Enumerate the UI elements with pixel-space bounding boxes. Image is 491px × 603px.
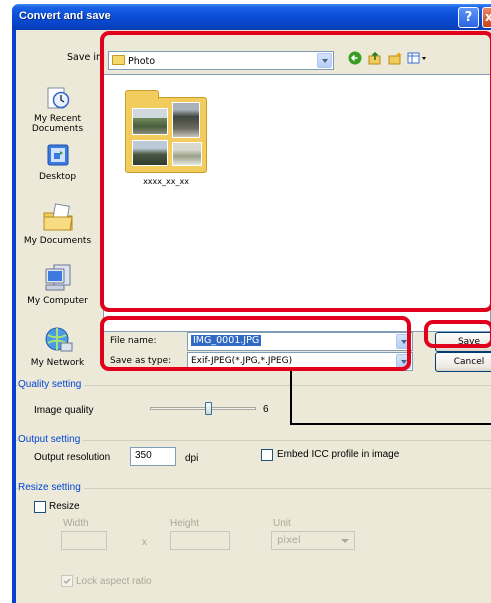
width-input bbox=[61, 531, 107, 550]
place-recent-documents[interactable]: My Recent Documents bbox=[17, 85, 98, 134]
title-bar[interactable]: Convert and save ? x bbox=[12, 4, 491, 30]
height-label: Height bbox=[170, 518, 199, 529]
filename-fields-highlight bbox=[100, 316, 411, 371]
desktop-icon bbox=[44, 143, 72, 169]
file-list-highlight bbox=[100, 31, 491, 312]
place-label: My Documents bbox=[23, 236, 92, 246]
unit-dropdown: pixel bbox=[271, 531, 355, 550]
lock-aspect-label: Lock aspect ratio bbox=[76, 576, 152, 587]
place-desktop[interactable]: Desktop bbox=[17, 143, 98, 182]
embed-icc-label: Embed ICC profile in image bbox=[277, 449, 400, 460]
unit-value: pixel bbox=[277, 535, 301, 546]
quality-slider[interactable] bbox=[150, 398, 256, 418]
chevron-down-icon bbox=[341, 539, 349, 543]
height-input bbox=[170, 531, 230, 550]
places-bar: My Recent Documents Desktop My Documents… bbox=[17, 77, 98, 377]
cancel-button[interactable]: Cancel bbox=[435, 352, 491, 372]
image-quality-label: Image quality bbox=[34, 405, 94, 416]
save-button-highlight bbox=[424, 320, 491, 348]
group-title: Resize setting bbox=[18, 482, 84, 493]
place-my-network[interactable]: My Network bbox=[17, 325, 98, 368]
output-resolution-input[interactable]: 350 bbox=[130, 447, 176, 466]
group-title: Quality setting bbox=[18, 379, 85, 390]
embed-icc-checkbox[interactable] bbox=[261, 449, 273, 461]
window-title: Convert and save bbox=[19, 10, 111, 22]
resize-checkbox[interactable] bbox=[34, 501, 46, 513]
my-computer-icon bbox=[42, 263, 74, 293]
place-label: My Computer bbox=[27, 296, 88, 306]
place-my-documents[interactable]: My Documents bbox=[17, 201, 98, 246]
place-label: My Recent Documents bbox=[31, 114, 84, 134]
recent-documents-icon bbox=[44, 85, 72, 111]
callout-line bbox=[290, 423, 491, 425]
output-setting-group: Output setting bbox=[16, 434, 491, 490]
place-label: Desktop bbox=[38, 172, 77, 182]
my-documents-icon bbox=[42, 201, 74, 233]
place-my-computer[interactable]: My Computer bbox=[17, 263, 98, 306]
callout-line bbox=[290, 371, 292, 425]
group-title: Output setting bbox=[18, 434, 84, 445]
lock-aspect-checkbox bbox=[61, 575, 73, 587]
width-label: Width bbox=[63, 518, 89, 529]
image-quality-value: 6 bbox=[263, 404, 269, 415]
output-resolution-label: Output resolution bbox=[34, 452, 111, 463]
place-label: My Network bbox=[30, 358, 85, 368]
multiply-label: x bbox=[142, 537, 147, 548]
slider-thumb[interactable] bbox=[205, 402, 212, 415]
resize-label: Resize bbox=[49, 501, 80, 512]
help-button[interactable]: ? bbox=[458, 7, 479, 28]
unit-label: Unit bbox=[273, 518, 291, 529]
my-network-icon bbox=[42, 325, 74, 355]
close-button[interactable]: x bbox=[482, 7, 491, 28]
dpi-label: dpi bbox=[185, 453, 199, 464]
